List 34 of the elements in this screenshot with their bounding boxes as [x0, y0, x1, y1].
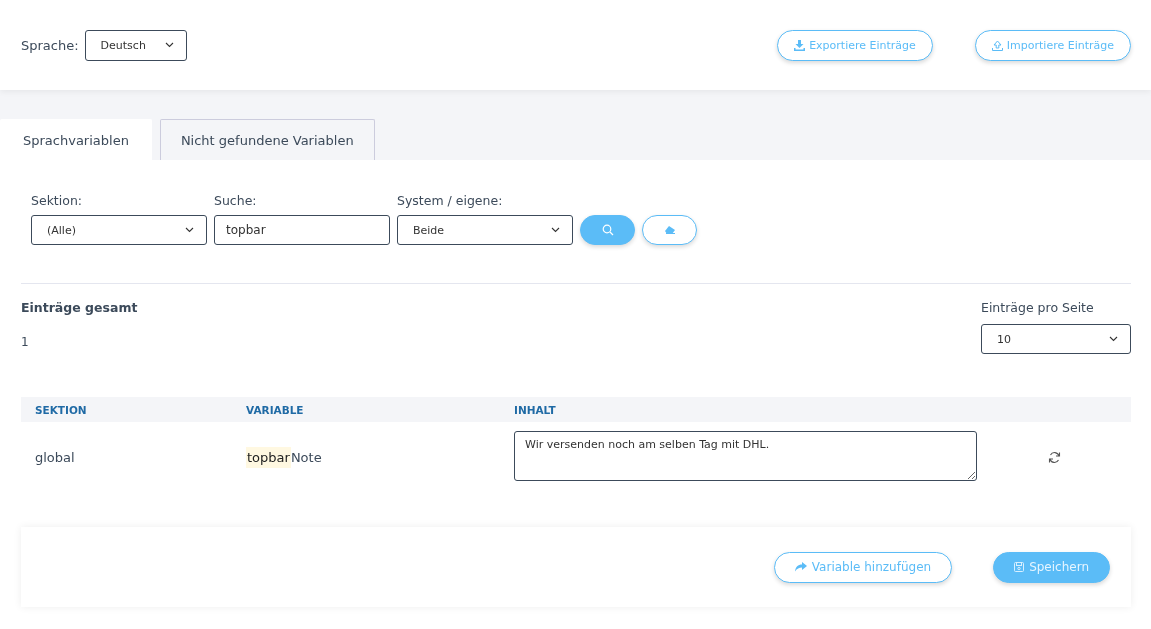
column-header: INHALT — [514, 403, 557, 416]
share-arrow-icon — [794, 562, 807, 572]
table-cell-text: global — [34, 449, 76, 465]
clear-button[interactable] — [642, 215, 697, 245]
table-cell: Note — [290, 449, 322, 465]
language-select[interactable]: Deutsch — [84, 29, 187, 61]
per-page-label: Einträge pro Seite — [981, 300, 1095, 315]
tab[interactable]: Sprachvariablen — [0, 119, 152, 160]
field-label: System / eigene: — [397, 193, 504, 208]
field-label: Sektion: — [31, 193, 84, 208]
total-count: 1 — [21, 335, 30, 349]
highlighted-match: topbar — [246, 446, 291, 468]
refresh-icon[interactable] — [1047, 450, 1061, 464]
content-textarea[interactable]: Wir versenden noch am selben Tag mit DHL. — [514, 430, 977, 481]
search-button[interactable] — [580, 215, 635, 245]
chevron-icon — [1109, 336, 1118, 342]
origin-select[interactable]: Beide — [397, 215, 573, 245]
column-header: VARIABLE — [246, 403, 305, 416]
per-page-select[interactable]: 10 — [981, 324, 1131, 354]
search-field[interactable]: topbar — [214, 215, 390, 245]
chevron-icon — [185, 227, 194, 233]
search-icon — [601, 224, 614, 236]
floppy-icon — [1014, 562, 1025, 572]
tab[interactable]: Nicht gefundene Variablen — [159, 119, 375, 160]
language-label: Sprache: — [21, 37, 79, 53]
chevron-icon — [164, 42, 174, 48]
field-label: Suche: — [214, 193, 258, 208]
column-header: SEKTION — [34, 403, 88, 416]
section-select[interactable]: (Alle) — [31, 215, 207, 245]
chevron-icon — [551, 227, 560, 233]
download-icon — [794, 39, 806, 51]
total-label: Einträge gesamt — [21, 300, 138, 315]
eraser-icon — [663, 225, 676, 235]
upload-icon — [991, 39, 1003, 51]
